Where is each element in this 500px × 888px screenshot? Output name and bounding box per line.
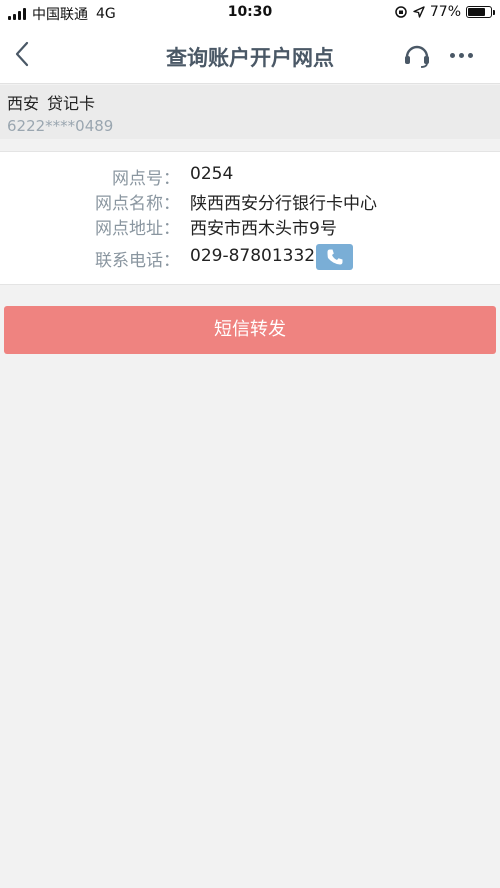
branch-id-label: 网点号： xyxy=(112,169,180,189)
branch-phone-value: 029-87801332 xyxy=(190,246,316,266)
account-summary: 西安 贷记卡 6222****0489 xyxy=(0,85,500,139)
more-dot xyxy=(458,52,464,58)
headset-icon xyxy=(405,45,429,68)
more-dot xyxy=(467,52,473,58)
battery-icon xyxy=(466,6,495,18)
phone-icon xyxy=(327,249,342,265)
branch-address-value: 西安市西木头市9号 xyxy=(190,219,337,239)
branch-address-label: 网点地址： xyxy=(95,219,180,239)
account-city: 西安 xyxy=(7,94,40,113)
branch-name-row: 网点名称： 陕西西安分行银行卡中心 xyxy=(0,189,500,214)
location-icon xyxy=(413,6,425,18)
more-button[interactable] xyxy=(444,38,478,72)
status-bar: 中国联通 4G 10:30 77% xyxy=(0,0,500,26)
nav-bar: 查询账户开户网点 xyxy=(0,26,500,84)
more-dot xyxy=(449,52,455,58)
branch-address-row: 网点地址： 西安市西木头市9号 xyxy=(0,214,500,239)
status-right: 77% xyxy=(394,4,495,20)
branch-phone-row: 联系电话： 029-87801332 xyxy=(0,244,500,271)
call-button[interactable] xyxy=(316,244,353,270)
branch-info-card: 网点号： 0254 网点名称： 陕西西安分行银行卡中心 网点地址： 西安市西木头… xyxy=(0,151,500,285)
account-name: 西安 贷记卡 xyxy=(7,90,493,114)
battery-fill xyxy=(468,8,485,16)
branch-name-label: 网点名称： xyxy=(95,194,180,214)
battery-percent: 77% xyxy=(429,4,461,20)
orientation-lock-icon xyxy=(395,6,407,18)
branch-phone-label: 联系电话： xyxy=(95,251,180,271)
customer-service-button[interactable] xyxy=(400,38,434,72)
sms-forward-button[interactable]: 短信转发 xyxy=(4,306,496,354)
branch-id-value: 0254 xyxy=(190,164,234,184)
account-number: 6222****0489 xyxy=(7,117,114,135)
account-card-type: 贷记卡 xyxy=(47,94,96,113)
branch-name-value: 陕西西安分行银行卡中心 xyxy=(190,194,377,214)
branch-id-row: 网点号： 0254 xyxy=(0,164,500,189)
